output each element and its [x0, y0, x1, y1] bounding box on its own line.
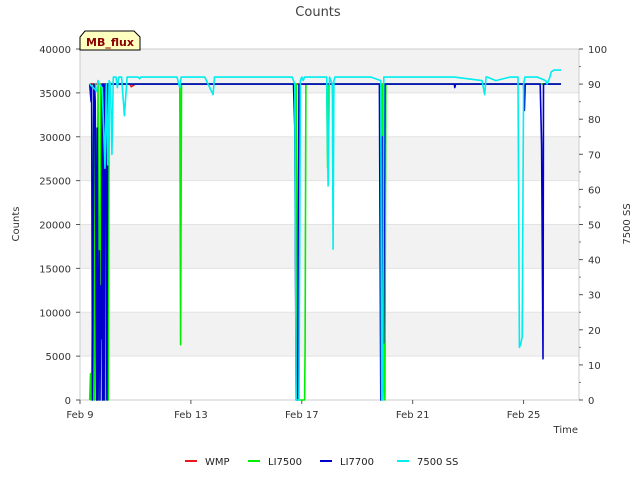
y2-tick-label: 60 — [588, 185, 601, 196]
grid-band — [80, 136, 579, 181]
y2-tick-label: 100 — [588, 45, 607, 56]
y-axis-left: 0 5000 10000 15000 20000 25000 30000 35000 40000 — [39, 45, 80, 407]
y2-tick-label: 20 — [588, 326, 601, 337]
y2-tick-label: 80 — [588, 115, 601, 126]
y-tick-label: 15000 — [39, 264, 71, 275]
grid-band — [80, 224, 579, 269]
y2-tick-label: 0 — [588, 396, 594, 407]
y-tick-label: 25000 — [39, 177, 71, 188]
x-tick-label: Feb 13 — [174, 410, 208, 421]
legend-label-li7500: LI7500 — [268, 457, 302, 468]
y-tick-label: 0 — [65, 396, 71, 407]
legend-label-wmp: WMP — [205, 457, 230, 468]
y-axis-right: 0 10 20 30 40 50 60 70 80 90 100 — [579, 45, 607, 407]
badge-label: MB_flux — [86, 36, 134, 49]
counts-chart: Counts 0 5000 10000 15000 20000 25000 30000 350… — [11, 5, 633, 468]
x-axis-label: Time — [553, 425, 578, 436]
y-axis-label: Counts — [11, 207, 22, 242]
x-tick-label: Feb 17 — [285, 410, 319, 421]
x-axis: Feb 9 Feb 13 Feb 17 Feb 21 Feb 25 — [66, 400, 540, 421]
y-tick-label: 40000 — [39, 45, 71, 56]
x-tick-label: Feb 21 — [396, 410, 430, 421]
y-tick-label: 5000 — [46, 352, 71, 363]
x-tick-label: Feb 9 — [66, 410, 93, 421]
legend: WMP LI7500 LI7700 7500 SS — [185, 457, 458, 468]
chart-title: Counts — [295, 5, 341, 20]
y2-tick-label: 40 — [588, 256, 601, 267]
y-tick-label: 30000 — [39, 133, 71, 144]
y-tick-label: 35000 — [39, 89, 71, 100]
y-tick-label: 10000 — [39, 308, 71, 319]
legend-label-li7700: LI7700 — [340, 457, 374, 468]
y2-tick-label: 10 — [588, 361, 601, 372]
y2-axis-label: 7500 SS — [622, 203, 633, 244]
y2-tick-label: 30 — [588, 291, 601, 302]
x-tick-label: Feb 25 — [507, 410, 541, 421]
y-tick-label: 20000 — [39, 221, 71, 232]
y2-tick-label: 90 — [588, 80, 601, 91]
y2-tick-label: 70 — [588, 150, 601, 161]
mb-flux-badge: MB_flux — [79, 30, 141, 51]
grid-band — [80, 312, 579, 357]
legend-label-7500-ss: 7500 SS — [417, 457, 458, 468]
y2-tick-label: 50 — [588, 221, 601, 232]
